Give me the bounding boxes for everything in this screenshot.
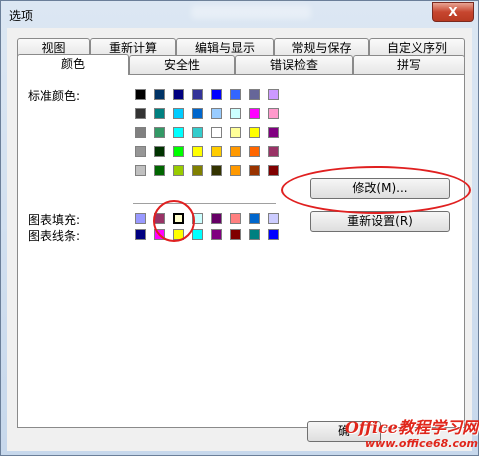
color-swatch[interactable]	[153, 107, 166, 120]
color-swatch[interactable]	[134, 88, 147, 101]
chart-fill-label: 图表填充:	[28, 213, 81, 227]
color-swatch[interactable]	[229, 88, 242, 101]
color-swatch[interactable]	[191, 126, 204, 139]
color-swatch[interactable]	[210, 88, 223, 101]
color-swatch[interactable]	[172, 126, 185, 139]
line-color-swatch[interactable]	[229, 228, 242, 241]
chart-line-label: 图表线条:	[28, 229, 81, 243]
color-swatch[interactable]	[191, 164, 204, 177]
color-swatch[interactable]	[229, 126, 242, 139]
color-swatch[interactable]	[153, 145, 166, 158]
title-bar: 选项 X	[1, 1, 478, 27]
color-swatch[interactable]	[172, 164, 185, 177]
tab-2-2[interactable]: 安全性	[129, 55, 235, 74]
fill-color-swatch[interactable]	[134, 212, 147, 225]
line-color-swatch[interactable]	[248, 228, 261, 241]
fill-color-swatch[interactable]	[210, 212, 223, 225]
line-color-swatch[interactable]	[267, 228, 280, 241]
color-swatch[interactable]	[172, 88, 185, 101]
color-swatch[interactable]	[248, 145, 261, 158]
options-dialog: 选项 X 视图 重新计算 编辑与显示 常规与保存 自定义序列 颜色 安全性 错误检查 拼写 标准…	[0, 0, 479, 456]
color-swatch[interactable]	[134, 145, 147, 158]
color-swatch[interactable]	[134, 126, 147, 139]
color-swatch[interactable]	[229, 145, 242, 158]
tab-2-3[interactable]: 错误检查	[235, 55, 353, 74]
fill-color-swatch[interactable]	[248, 212, 261, 225]
color-swatch[interactable]	[191, 107, 204, 120]
line-color-swatch[interactable]	[153, 228, 166, 241]
fill-color-swatch[interactable]	[191, 212, 204, 225]
reset-button[interactable]: 重新设置(R)	[310, 211, 450, 232]
color-swatch[interactable]	[248, 164, 261, 177]
color-swatch[interactable]	[229, 107, 242, 120]
color-swatch[interactable]	[210, 164, 223, 177]
color-swatch[interactable]	[172, 107, 185, 120]
color-swatch[interactable]	[153, 164, 166, 177]
color-swatch[interactable]	[210, 145, 223, 158]
line-color-swatch[interactable]	[172, 228, 185, 241]
color-swatch[interactable]	[191, 145, 204, 158]
fill-color-swatch[interactable]	[172, 212, 185, 225]
color-swatch[interactable]	[248, 107, 261, 120]
color-panel: 标准颜色: 图表填充: 图表线条: 修改(M)... 重新设置(R)	[17, 74, 471, 428]
color-swatch[interactable]	[267, 88, 280, 101]
standard-colors-label: 标准颜色:	[28, 89, 81, 103]
title-bar-blur	[191, 5, 311, 19]
color-swatch[interactable]	[210, 107, 223, 120]
color-swatch[interactable]	[267, 107, 280, 120]
ok-button[interactable]: 确	[307, 421, 381, 442]
palette-separator	[133, 203, 276, 205]
color-swatch[interactable]	[153, 126, 166, 139]
color-swatch[interactable]	[210, 126, 223, 139]
tab-2-1[interactable]: 颜色	[17, 54, 129, 75]
color-swatch[interactable]	[267, 145, 280, 158]
fill-color-swatch[interactable]	[229, 212, 242, 225]
modify-button[interactable]: 修改(M)...	[310, 178, 450, 199]
line-color-swatch[interactable]	[191, 228, 204, 241]
fill-color-swatch[interactable]	[153, 212, 166, 225]
line-color-swatch[interactable]	[134, 228, 147, 241]
color-swatch[interactable]	[267, 126, 280, 139]
color-swatch[interactable]	[134, 164, 147, 177]
window-title: 选项	[9, 9, 34, 23]
color-swatch[interactable]	[153, 88, 166, 101]
color-swatch[interactable]	[229, 164, 242, 177]
fill-color-swatch[interactable]	[267, 212, 280, 225]
line-color-swatch[interactable]	[210, 228, 223, 241]
tab-2-4[interactable]: 拼写	[353, 55, 465, 74]
color-swatch[interactable]	[248, 88, 261, 101]
color-swatch[interactable]	[134, 107, 147, 120]
color-swatch[interactable]	[172, 145, 185, 158]
color-swatch[interactable]	[248, 126, 261, 139]
color-swatch[interactable]	[267, 164, 280, 177]
close-button[interactable]: X	[432, 2, 474, 22]
dialog-client: 视图 重新计算 编辑与显示 常规与保存 自定义序列 颜色 安全性 错误检查 拼写 标准颜色: 图…	[7, 28, 472, 451]
color-swatch[interactable]	[191, 88, 204, 101]
